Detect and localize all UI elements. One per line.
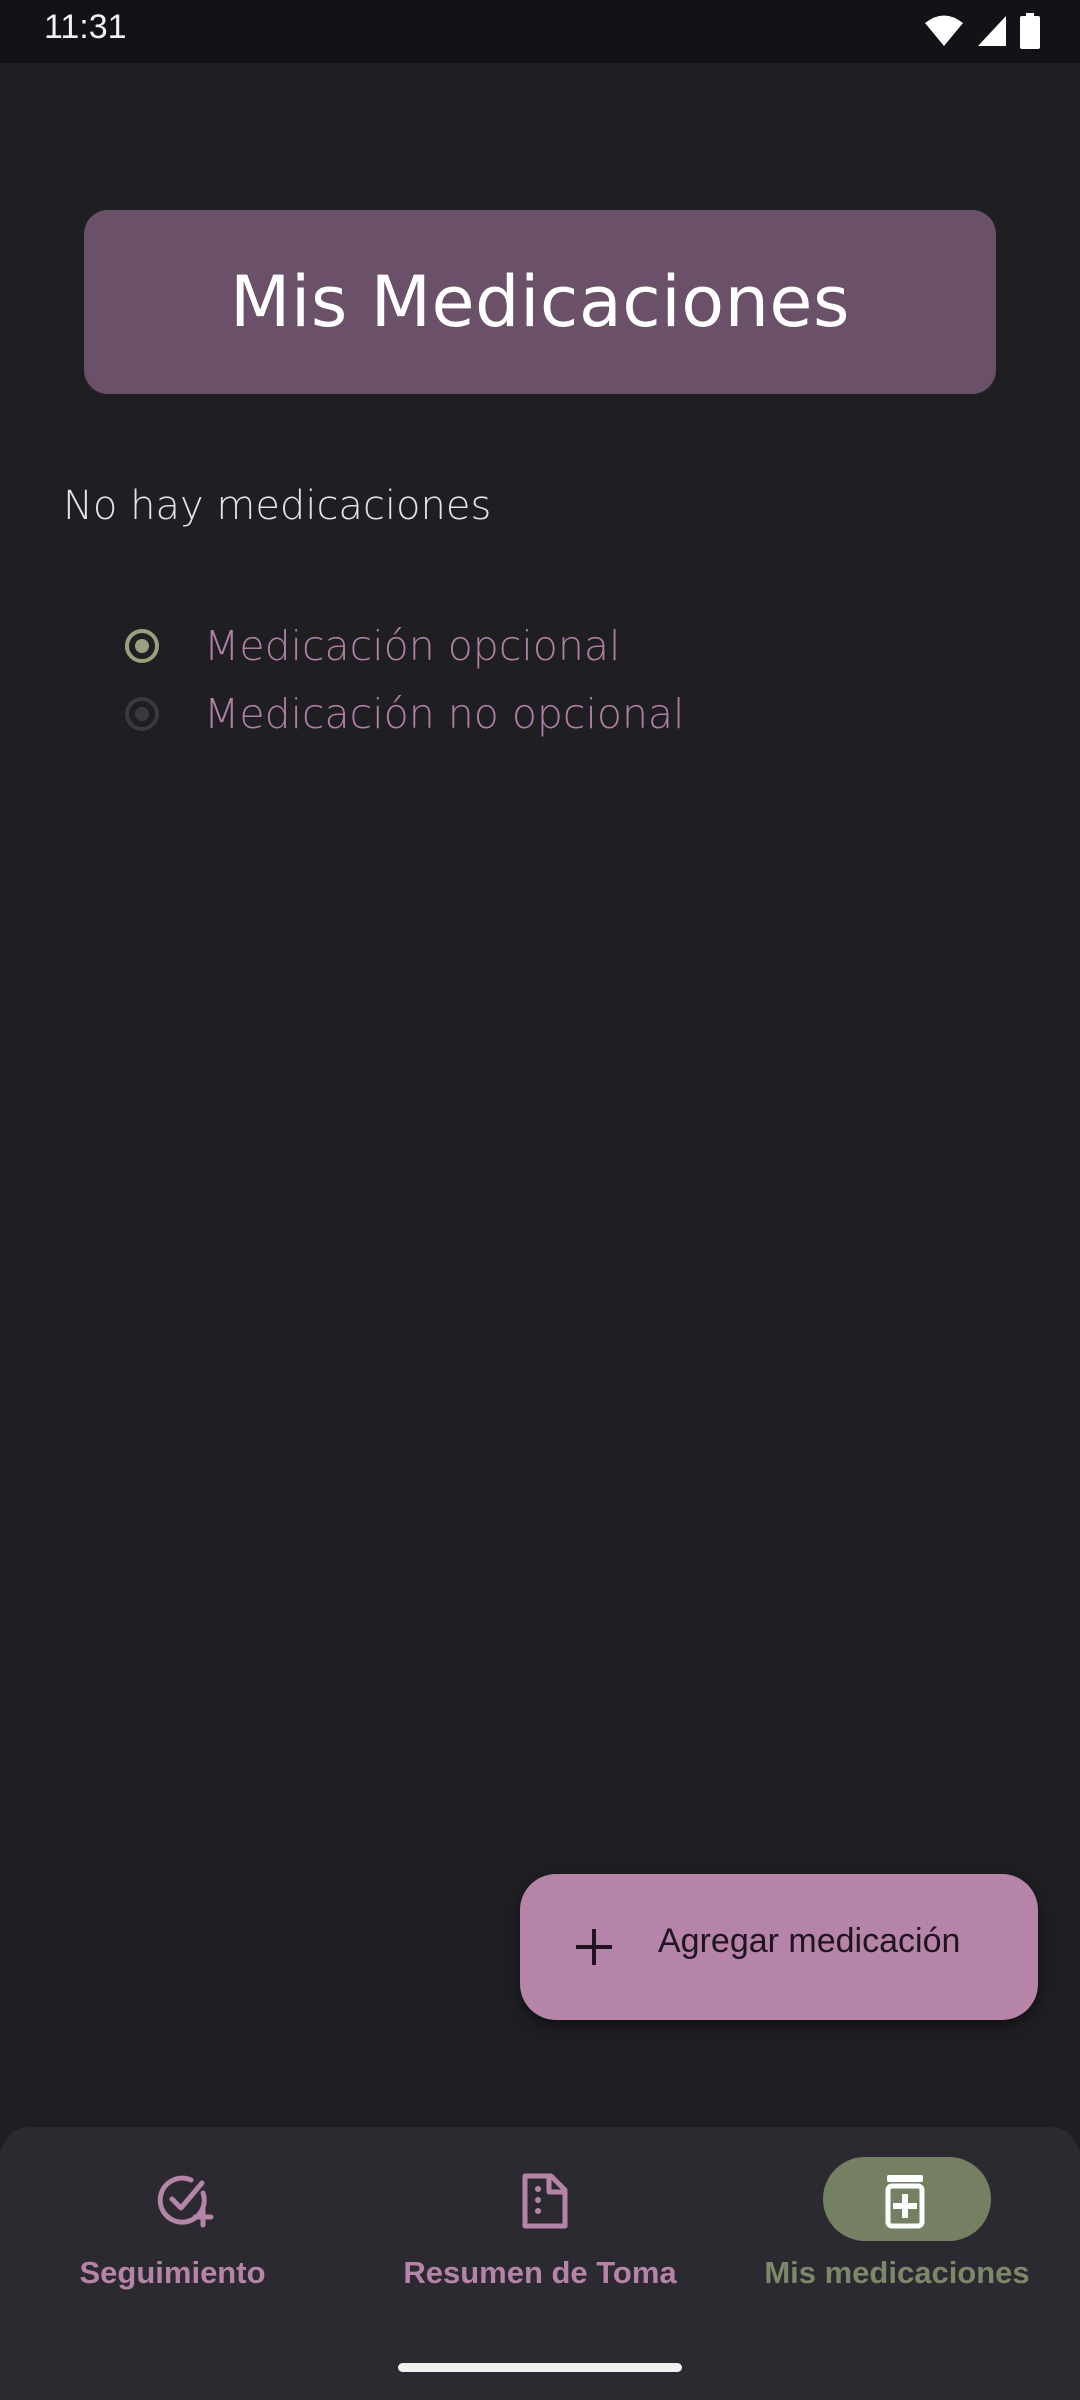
radio-selected-icon[interactable]	[120, 624, 164, 668]
bottom-navigation: Seguimiento Resumen de Toma Mis medicaci…	[0, 2127, 1080, 2400]
plus-icon	[576, 1929, 612, 1965]
document-icon	[522, 2173, 568, 2229]
nav-item-mis-medicaciones[interactable]: Mis medicaciones	[720, 2157, 1080, 2327]
page-title: Mis Medicaciones	[230, 261, 850, 343]
nav-label-resumen-de-toma: Resumen de Toma	[403, 2255, 677, 2290]
medication-bottle-icon	[885, 2175, 925, 2229]
status-bar: 11:31	[0, 0, 1080, 63]
status-time: 11:31	[44, 8, 127, 46]
nav-label-seguimiento: Seguimiento	[79, 2255, 266, 2290]
radio-option-not-optional[interactable]: Medicación no opcional	[120, 690, 684, 738]
page-title-card: Mis Medicaciones	[84, 210, 996, 394]
signal-icon	[978, 16, 1006, 46]
wifi-icon	[925, 15, 963, 46]
check-circle-add-icon	[157, 2175, 214, 2228]
status-icons	[924, 13, 1040, 49]
gesture-handle[interactable]	[398, 2363, 682, 2372]
battery-icon	[1020, 13, 1040, 49]
radio-label-not-optional: Medicación no opcional	[204, 690, 685, 738]
radio-label-optional: Medicación opcional	[204, 622, 621, 670]
add-medication-button[interactable]: Agregar medicación	[520, 1874, 1038, 2020]
add-medication-label: Agregar medicación	[658, 1922, 961, 1960]
radio-option-optional[interactable]: Medicación opcional	[120, 622, 620, 670]
radio-unselected-icon[interactable]	[120, 692, 164, 736]
nav-label-mis-medicaciones: Mis medicaciones	[764, 2255, 1030, 2290]
nav-item-seguimiento[interactable]: Seguimiento	[0, 2157, 360, 2327]
empty-state-message: No hay medicaciones	[63, 483, 492, 529]
nav-item-resumen-de-toma[interactable]: Resumen de Toma	[360, 2157, 720, 2327]
